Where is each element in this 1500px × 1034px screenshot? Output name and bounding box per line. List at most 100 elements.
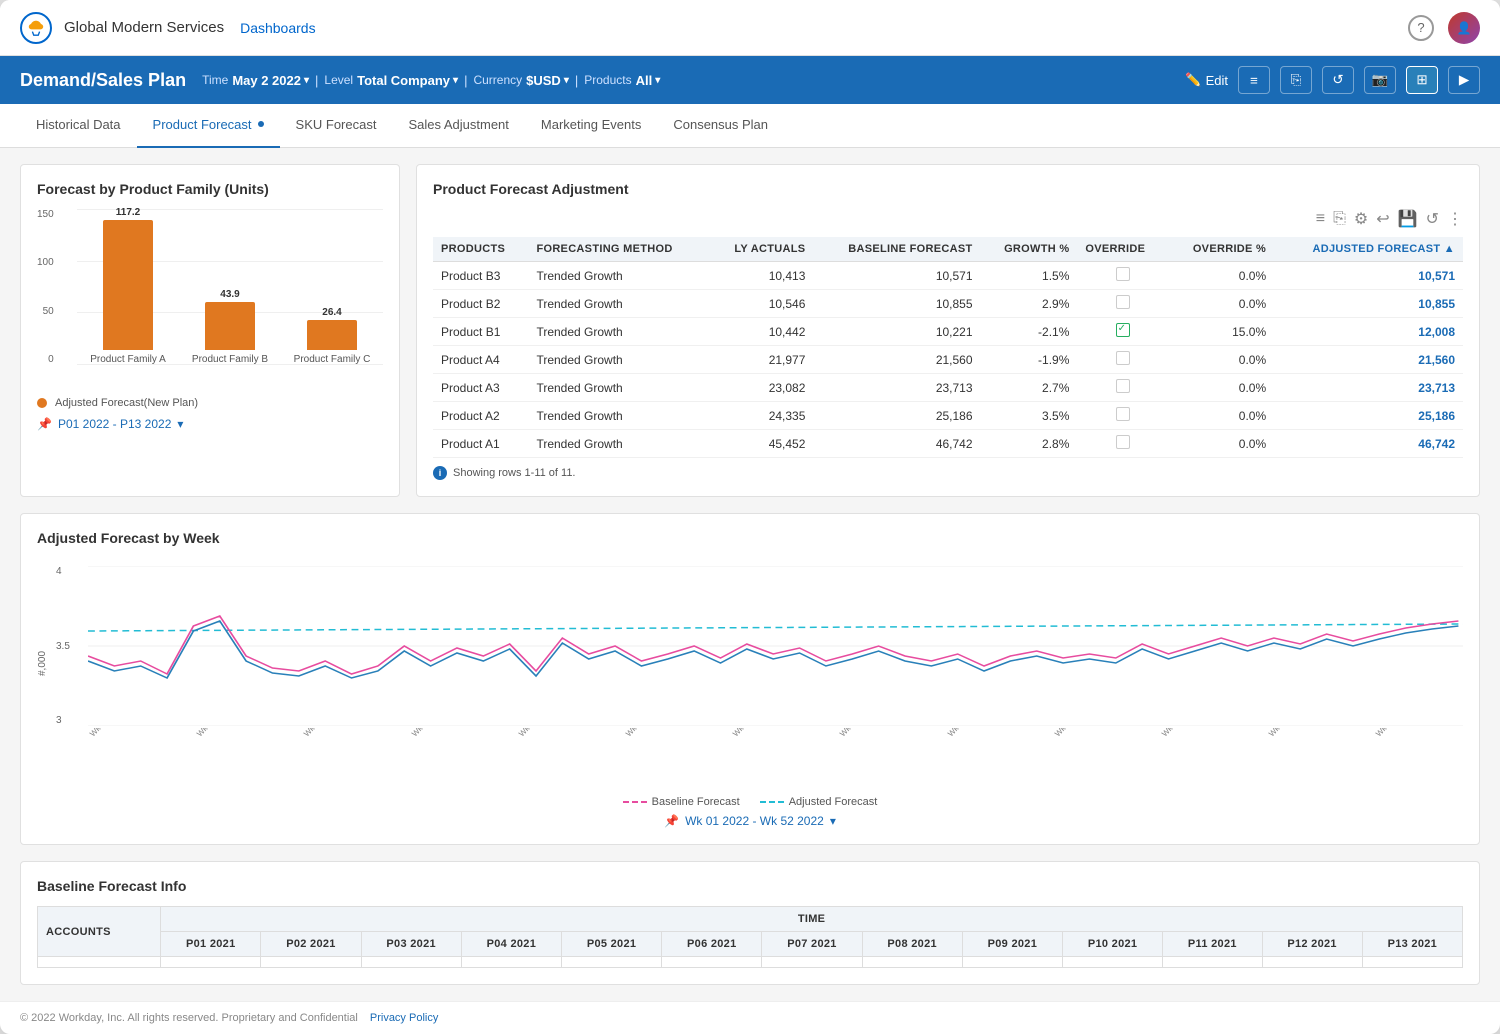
period-header: P08 2021 — [862, 932, 962, 957]
bar-chart-date-range[interactable]: 📌 P01 2022 - P13 2022 ▾ — [37, 417, 383, 431]
tab-historical-data[interactable]: Historical Data — [20, 104, 137, 148]
level-filter-value[interactable]: Total Company ▾ — [357, 73, 458, 88]
legend-dot-icon — [37, 398, 47, 408]
top-nav-right: ? 👤 — [1408, 12, 1480, 44]
camera-icon-button[interactable]: 📷 — [1364, 66, 1396, 94]
forecast-table-title: Product Forecast Adjustment — [433, 181, 1463, 197]
privacy-link[interactable]: Privacy Policy — [370, 1012, 438, 1024]
override-checkbox[interactable] — [1116, 435, 1130, 449]
grid-icon-button[interactable]: ⊞ — [1406, 66, 1438, 94]
tab-sku-forecast[interactable]: SKU Forecast — [280, 104, 393, 148]
save-btn[interactable]: 💾 — [1398, 209, 1418, 229]
bar-c[interactable] — [307, 320, 357, 350]
level-chevron-icon: ▾ — [453, 75, 458, 86]
bar-label-c: Product Family C — [294, 354, 371, 365]
user-avatar[interactable]: 👤 — [1448, 12, 1480, 44]
filter-btn[interactable]: ≡ — [1316, 210, 1325, 228]
override-checkbox[interactable] — [1116, 295, 1130, 309]
cell-override-pct: 0.0% — [1168, 346, 1274, 374]
cell-override[interactable] — [1077, 290, 1167, 318]
products-filter-label: Products — [584, 73, 631, 87]
cell-override[interactable] — [1077, 262, 1167, 290]
time-chevron-icon: ▾ — [304, 75, 309, 86]
cell-override[interactable] — [1077, 318, 1167, 346]
products-filter-value[interactable]: All ▾ — [636, 73, 661, 88]
tab-consensus-plan[interactable]: Consensus Plan — [657, 104, 784, 148]
baseline-info-panel: Baseline Forecast Info ACCOUNTS TIME P01… — [20, 861, 1480, 985]
filter-icon-button[interactable]: ≡ — [1238, 66, 1270, 94]
dashboards-link[interactable]: Dashboards — [240, 20, 316, 36]
override-checkbox[interactable] — [1116, 407, 1130, 421]
baseline-data-row — [38, 957, 1463, 968]
tab-product-forecast[interactable]: Product Forecast — [137, 104, 280, 148]
cell-override-pct: 0.0% — [1168, 430, 1274, 458]
currency-filter-value[interactable]: $USD ▾ — [526, 73, 569, 88]
help-icon[interactable]: ? — [1408, 15, 1434, 41]
baseline-header-row-1: ACCOUNTS TIME — [38, 907, 1463, 932]
xaxis-label — [1428, 728, 1459, 757]
copy-btn[interactable]: ⎘ — [1333, 210, 1346, 228]
xaxis-label: Wk 17 2022 — [517, 728, 548, 757]
override-checkbox[interactable] — [1116, 323, 1130, 337]
refresh-btn[interactable]: ↺ — [1426, 209, 1439, 229]
cell-override[interactable] — [1077, 374, 1167, 402]
col-override: OVERRIDE — [1077, 237, 1167, 262]
col-override-pct: OVERRIDE % — [1168, 237, 1274, 262]
cell-override[interactable] — [1077, 346, 1167, 374]
cell-adjusted: 21,560 — [1274, 346, 1463, 374]
more-btn[interactable]: ⋮ — [1447, 209, 1463, 229]
tab-sales-adjustment[interactable]: Sales Adjustment — [392, 104, 524, 148]
bar-chart-title: Forecast by Product Family (Units) — [37, 181, 383, 197]
table-row: Product B2 Trended Growth 10,546 10,855 … — [433, 290, 1463, 318]
settings-btn[interactable]: ⚙ — [1354, 209, 1368, 229]
cell-product: Product B1 — [433, 318, 528, 346]
sep2: | — [464, 73, 467, 88]
products-filter: Products All ▾ — [584, 73, 660, 88]
cell-override-pct: 0.0% — [1168, 262, 1274, 290]
line-chart-date-range[interactable]: 📌 Wk 01 2022 - Wk 52 2022 ▾ — [37, 814, 1463, 828]
tab-marketing-events[interactable]: Marketing Events — [525, 104, 657, 148]
refresh-icon-button[interactable]: ↺ — [1322, 66, 1354, 94]
override-checkbox[interactable] — [1116, 351, 1130, 365]
time-filter-value[interactable]: May 2 2022 ▾ — [232, 73, 309, 88]
xaxis-label — [785, 728, 816, 757]
cell-growth: 3.5% — [981, 402, 1078, 430]
tab-dot — [258, 121, 264, 127]
line-chart-main: 4 3.5 3 — [56, 558, 1463, 768]
period-header: P06 2021 — [662, 932, 762, 957]
override-checkbox[interactable] — [1116, 379, 1130, 393]
table-footer: i Showing rows 1-11 of 11. — [433, 466, 1463, 480]
cell-override[interactable] — [1077, 402, 1167, 430]
xaxis-label — [892, 728, 923, 757]
table-footer-text: Showing rows 1-11 of 11. — [453, 467, 576, 479]
legend-label: Adjusted Forecast(New Plan) — [55, 397, 198, 409]
cell-ly: 23,082 — [710, 374, 814, 402]
video-icon-button[interactable]: ▶ — [1448, 66, 1480, 94]
line-chart-wrapper: #,000 4 3.5 3 — [37, 558, 1463, 768]
cell-growth: 2.7% — [981, 374, 1078, 402]
level-filter-label: Level — [324, 73, 353, 87]
col-products: PRODUCTS — [433, 237, 528, 262]
bar-b[interactable] — [205, 302, 255, 350]
bar-chart-yaxis: 150 100 50 0 — [37, 209, 60, 365]
line-pin-icon: 📌 — [664, 814, 679, 828]
baseline-info-title: Baseline Forecast Info — [37, 878, 1463, 894]
period-header: P05 2021 — [561, 932, 661, 957]
copy-icon-button[interactable]: ⎘ — [1280, 66, 1312, 94]
xaxis-label — [356, 728, 387, 757]
company-name: Global Modern Services — [64, 19, 224, 36]
period-header: P04 2021 — [461, 932, 561, 957]
xaxis-label — [1026, 728, 1057, 757]
override-checkbox[interactable] — [1116, 267, 1130, 281]
cell-override[interactable] — [1077, 430, 1167, 458]
cell-baseline: 10,571 — [813, 262, 980, 290]
bar-label-b: Product Family B — [192, 354, 268, 365]
cell-method: Trended Growth — [528, 346, 709, 374]
undo-btn[interactable]: ↩ — [1376, 209, 1389, 229]
currency-filter: Currency $USD ▾ — [473, 73, 568, 88]
line-chart-panel: Adjusted Forecast by Week #,000 4 3.5 3 — [20, 513, 1480, 845]
cell-method: Trended Growth — [528, 430, 709, 458]
bar-a[interactable] — [103, 220, 153, 350]
line-date-value: Wk 01 2022 - Wk 52 2022 — [685, 814, 824, 828]
edit-button[interactable]: ✏️ Edit — [1185, 72, 1228, 88]
